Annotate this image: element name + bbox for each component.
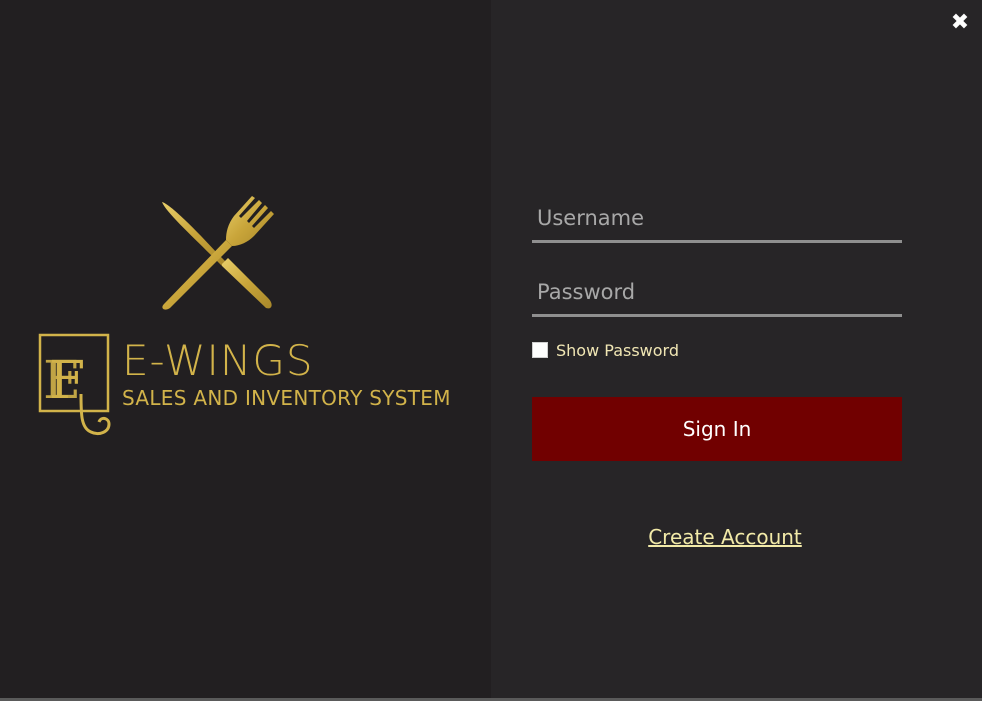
username-field	[532, 198, 902, 243]
branding-panel: F E E-WINGS SALES AND INVENTORY SYSTEM	[0, 0, 491, 698]
brand-tagline: SALES AND INVENTORY SYSTEM	[122, 386, 451, 410]
knife-fork-icon	[162, 196, 274, 310]
brand-name: E-WINGS	[122, 336, 314, 385]
close-icon[interactable]: ✖	[948, 10, 972, 36]
create-account-link[interactable]: Create Account	[532, 525, 918, 549]
username-input[interactable]	[532, 198, 902, 238]
show-password-toggle[interactable]: Show Password	[532, 340, 679, 360]
show-password-checkbox[interactable]	[532, 342, 548, 358]
password-field	[532, 272, 902, 317]
sign-in-button[interactable]: Sign In	[532, 397, 902, 461]
password-input[interactable]	[532, 272, 902, 312]
svg-text:E: E	[43, 351, 81, 411]
show-password-label: Show Password	[556, 340, 679, 360]
ef-monogram-icon: F E	[38, 333, 111, 436]
